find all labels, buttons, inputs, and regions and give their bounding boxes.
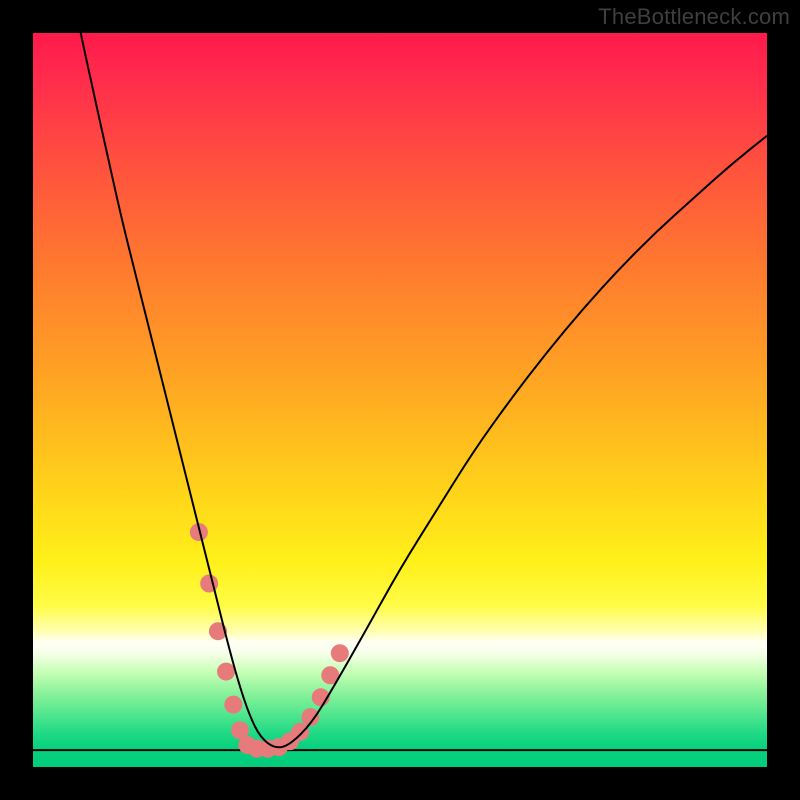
highlight-dot — [200, 575, 218, 593]
highlight-dot — [217, 663, 235, 681]
watermark-text: TheBottleneck.com — [598, 4, 790, 30]
bottleneck-chart — [0, 0, 800, 800]
chart-frame: TheBottleneck.com — [0, 0, 800, 800]
plot-background — [33, 33, 767, 767]
highlight-dot — [291, 723, 309, 741]
highlight-dot — [331, 644, 349, 662]
highlight-dot — [224, 696, 242, 714]
